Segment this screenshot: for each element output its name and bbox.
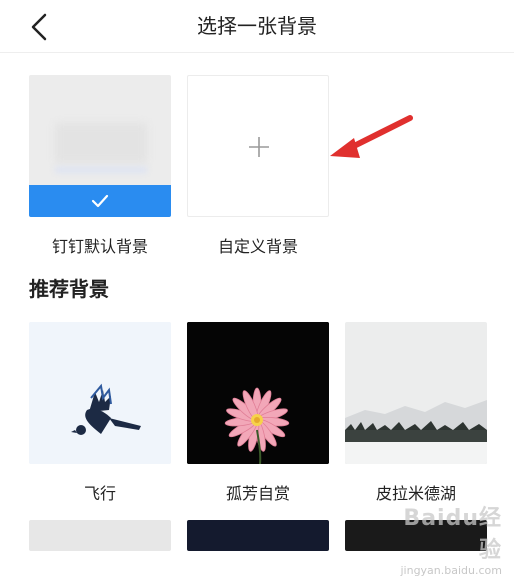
background-tile-partial-2[interactable] (187, 520, 329, 551)
selected-indicator (29, 185, 171, 217)
bird-background-tile[interactable] (29, 322, 171, 464)
flower-background-tile[interactable] (187, 322, 329, 464)
recommended-section-title: 推荐背景 (29, 277, 109, 301)
back-button[interactable] (22, 10, 56, 44)
default-background-preview-line (55, 167, 147, 173)
page-title: 选择一张背景 (197, 14, 317, 38)
background-tile-partial-3[interactable] (345, 520, 487, 551)
pink-flower-image (187, 322, 329, 464)
background-tile-partial-1[interactable] (29, 520, 171, 551)
lake-background-label: 皮拉米德湖 (375, 484, 456, 503)
bird-background-label: 飞行 (83, 484, 116, 503)
flower-background-label: 孤芳自赏 (225, 484, 290, 503)
chevron-left-icon (31, 13, 47, 41)
lake-landscape-image (345, 322, 487, 464)
custom-background-tile[interactable] (187, 75, 329, 217)
red-arrow-annotation (330, 115, 413, 158)
default-background-label: 钉钉默认背景 (51, 237, 148, 256)
check-icon (91, 194, 109, 208)
lake-background-tile[interactable] (345, 322, 487, 464)
default-background-preview (55, 123, 147, 163)
plus-icon (249, 137, 269, 157)
custom-background-label: 自定义背景 (217, 237, 298, 256)
magpie-bird-image (29, 322, 171, 464)
default-background-tile[interactable] (29, 75, 171, 217)
header: 选择一张背景 (0, 0, 514, 53)
